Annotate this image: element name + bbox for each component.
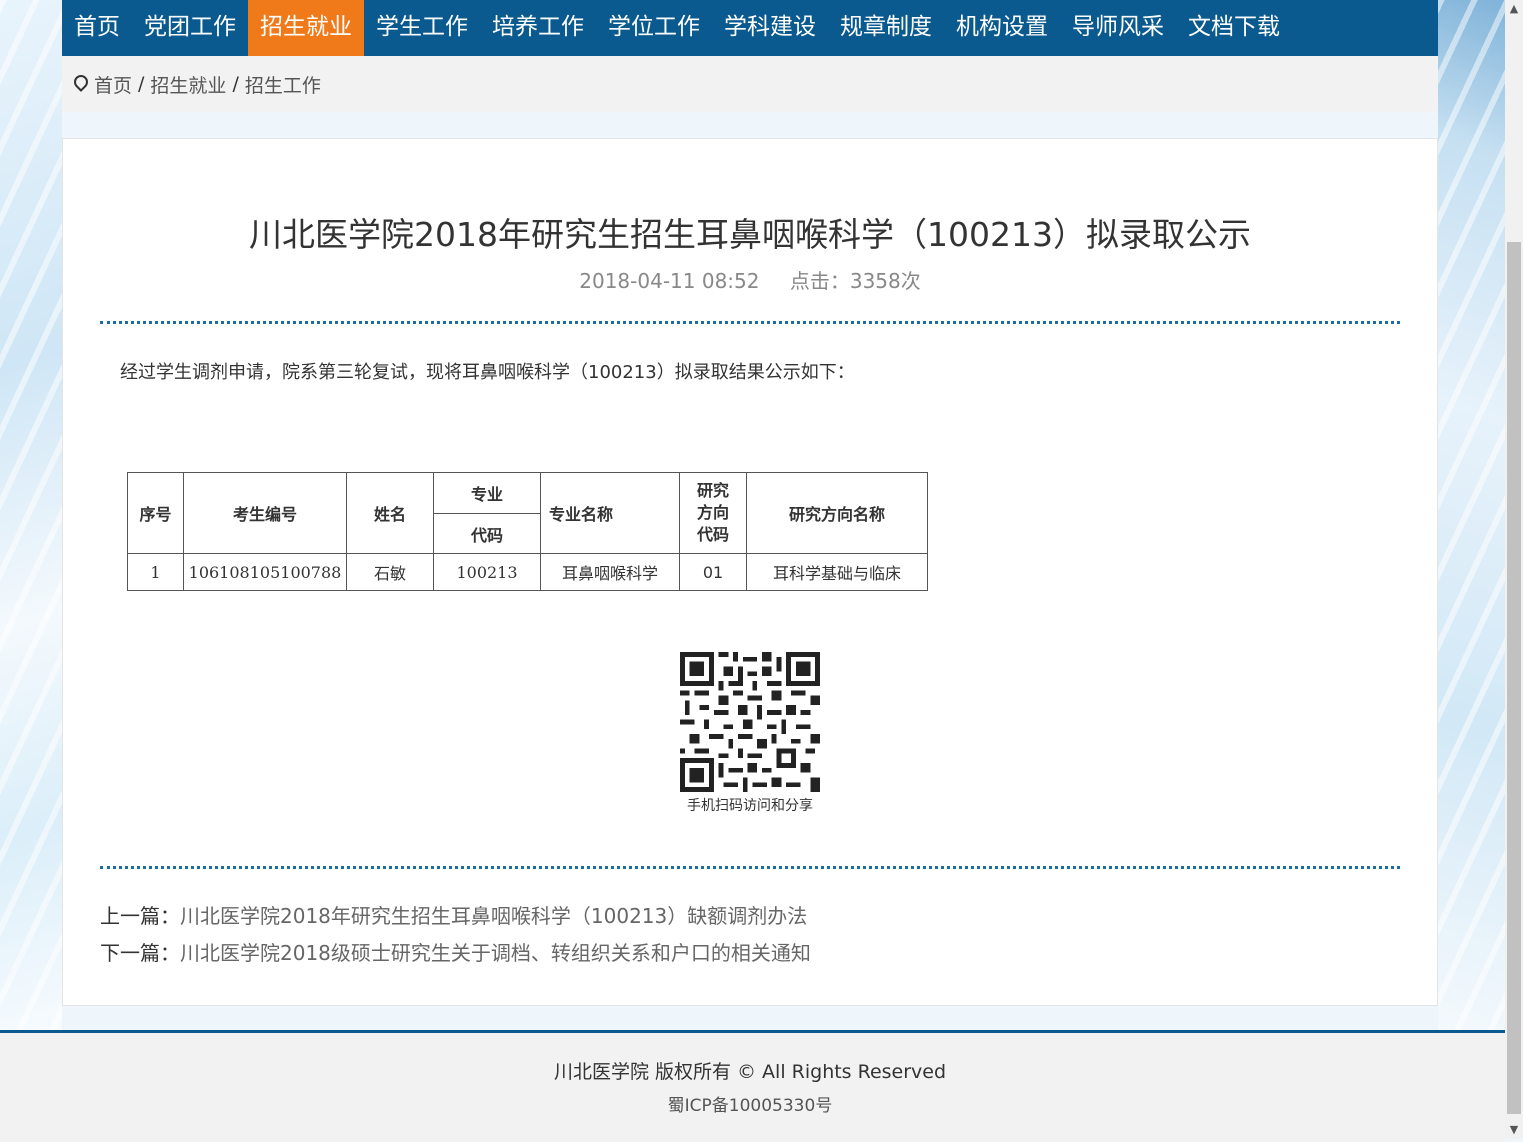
map-marker-icon: [74, 75, 86, 93]
nav-item-downloads[interactable]: 文档下载: [1176, 0, 1292, 56]
table-row: 1 106108105100788 石敏 100213 耳鼻咽喉科学 01 耳科…: [127, 553, 928, 591]
nav-item-party-league[interactable]: 党团工作: [132, 0, 248, 56]
qr-code-icon: [680, 652, 820, 792]
next-article-link[interactable]: 川北医学院2018级硕士研究生关于调档、转组织关系和户口的相关通知: [180, 941, 811, 965]
prev-article-link[interactable]: 川北医学院2018年研究生招生耳鼻咽喉科学（100213）缺额调剂办法: [180, 904, 807, 928]
vertical-scrollbar[interactable]: ▲ ▼: [1505, 0, 1523, 1139]
header-major-code-1: 专业: [433, 472, 541, 514]
publish-date: 2018-04-11 08:52: [579, 269, 760, 293]
nav-item-regulations[interactable]: 规章制度: [828, 0, 944, 56]
qr-caption: 手机扫码访问和分享: [687, 798, 813, 814]
header-major-name: 专业名称: [540, 472, 680, 554]
next-label: 下一篇：: [100, 941, 180, 965]
header-direction-code-text: 研究方向代码: [696, 481, 729, 544]
cell-seq: 1: [127, 553, 184, 591]
nav-item-training[interactable]: 培养工作: [480, 0, 596, 56]
prev-label: 上一篇：: [100, 904, 180, 928]
prev-article: 上一篇：川北医学院2018年研究生招生耳鼻咽喉科学（100213）缺额调剂办法: [100, 900, 807, 929]
breadcrumb: 首页 / 招生就业 / 招生工作: [62, 56, 1438, 112]
breadcrumb-home[interactable]: 首页: [94, 71, 132, 98]
header-name: 姓名: [346, 472, 434, 554]
admission-table: 序号 考生编号 姓名 专业 专业名称 研究方向代码 研究方向名称 代码 1 10…: [127, 472, 928, 591]
divider-bottom: [100, 866, 1400, 869]
cell-name: 石敏: [346, 553, 434, 591]
scroll-up-icon[interactable]: ▲: [1505, 0, 1523, 18]
left-background-decoration: [0, 0, 62, 1030]
cell-major-code: 100213: [433, 553, 541, 591]
nav-item-home[interactable]: 首页: [62, 0, 132, 56]
nav-item-organization[interactable]: 机构设置: [944, 0, 1060, 56]
article-meta: 2018-04-11 08:52 点击：3358次: [0, 265, 1500, 294]
cell-major-name: 耳鼻咽喉科学: [540, 553, 680, 591]
right-background-decoration: [1438, 0, 1505, 1030]
nav-item-supervisors[interactable]: 导师风采: [1060, 0, 1176, 56]
breadcrumb-enrollment-work[interactable]: 招生工作: [245, 71, 321, 98]
scroll-down-icon[interactable]: ▼: [1505, 1121, 1523, 1139]
header-exam-no: 考生编号: [183, 472, 347, 554]
header-direction-code: 研究方向代码: [679, 472, 747, 554]
article-intro: 经过学生调剂申请，院系第三轮复试，现将耳鼻咽喉科学（100213）拟录取结果公示…: [120, 362, 855, 383]
cell-exam-no: 106108105100788: [183, 553, 347, 591]
cell-direction-code: 01: [679, 553, 747, 591]
breadcrumb-separator: /: [138, 73, 145, 95]
breadcrumb-separator: /: [232, 73, 239, 95]
header-direction-name: 研究方向名称: [746, 472, 928, 554]
article-title: 川北医学院2018年研究生招生耳鼻咽喉科学（100213）拟录取公示: [249, 215, 1251, 255]
nav-item-degree[interactable]: 学位工作: [596, 0, 712, 56]
next-article: 下一篇：川北医学院2018级硕士研究生关于调档、转组织关系和户口的相关通知: [100, 937, 811, 966]
nav-item-admissions[interactable]: 招生就业: [248, 0, 364, 56]
footer: 川北医学院 版权所有 © All Rights Reserved 蜀ICP备10…: [0, 1030, 1505, 1142]
cell-direction-name: 耳科学基础与临床: [746, 553, 928, 591]
footer-copyright: 川北医学院 版权所有 © All Rights Reserved: [553, 1061, 947, 1083]
click-count: 点击：3358次: [789, 269, 921, 293]
header-seq: 序号: [127, 472, 184, 554]
divider-top: [100, 321, 1400, 324]
scroll-thumb[interactable]: [1507, 242, 1521, 1114]
header-major-code-2: 代码: [433, 513, 541, 554]
footer-icp: 蜀ICP备10005330号: [667, 1096, 833, 1116]
nav-item-student-affairs[interactable]: 学生工作: [364, 0, 480, 56]
nav-item-discipline[interactable]: 学科建设: [712, 0, 828, 56]
main-nav: 首页 党团工作 招生就业 学生工作 培养工作 学位工作 学科建设 规章制度 机构…: [62, 0, 1438, 56]
breadcrumb-admissions[interactable]: 招生就业: [150, 71, 226, 98]
